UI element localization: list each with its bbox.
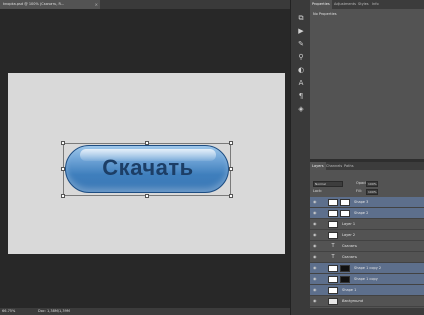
transform-handle[interactable]: [61, 194, 65, 198]
layer-thumbnail: [328, 221, 338, 228]
properties-title: No Properties: [313, 12, 337, 16]
layer-row[interactable]: ◉ T Скачать: [310, 241, 424, 252]
transform-handle[interactable]: [229, 167, 233, 171]
canvas-area[interactable]: Скачать: [0, 9, 290, 308]
eye-icon[interactable]: ◉: [313, 200, 317, 204]
layer-name: Shape 1: [342, 288, 357, 292]
tab-styles[interactable]: Styles: [356, 0, 371, 9]
panel-icon-strip: ⧉ ▶ ✎ ⚲ ◐ A ¶ ◈: [290, 0, 310, 315]
layer-mask-thumbnail: [340, 265, 350, 272]
document-canvas[interactable]: Скачать: [8, 73, 285, 254]
transform-handle[interactable]: [229, 194, 233, 198]
layer-name: Layer 1: [342, 222, 356, 226]
fill-label: Fill:: [356, 189, 362, 193]
actions-icon[interactable]: ▶: [296, 27, 306, 36]
fill-input[interactable]: 100%: [366, 189, 378, 195]
layer-row[interactable]: ◉ Shape 2: [310, 208, 424, 219]
history-icon[interactable]: ⧉: [296, 14, 306, 23]
eye-icon[interactable]: ◉: [313, 255, 317, 259]
button-shape-group[interactable]: Скачать: [61, 141, 233, 198]
transform-handle[interactable]: [61, 167, 65, 171]
document-info[interactable]: Doc: 1,38M/1,39M: [38, 308, 70, 315]
transform-handle[interactable]: [229, 141, 233, 145]
layer-row[interactable]: ◉ Shape 1 copy: [310, 274, 424, 285]
layer-thumbnail: [328, 265, 338, 272]
transform-handle[interactable]: [61, 141, 65, 145]
layer-mask-thumbnail: [340, 199, 350, 206]
layer-thumbnail: [328, 199, 338, 206]
document-tab-bar: knopka.psd @ 100% (Скачать, R... ×: [0, 0, 290, 9]
tab-info[interactable]: Info: [370, 0, 381, 9]
layers-tabs: Layers Channels Paths: [310, 162, 424, 170]
clone-icon[interactable]: ⚲: [296, 53, 306, 62]
layer-row[interactable]: ◉ Layer 2: [310, 230, 424, 241]
layer-name: Background: [342, 299, 363, 303]
layer-name: Layer 2: [342, 233, 356, 237]
layer-thumbnail: [328, 210, 338, 217]
properties-panel: No Properties: [310, 9, 424, 159]
layer-thumbnail: [328, 287, 338, 294]
layer-thumbnail: [328, 298, 338, 305]
transform-handle[interactable]: [145, 141, 149, 145]
text-layer-icon: T: [331, 254, 335, 260]
layer-thumbnail: [328, 232, 338, 239]
eye-icon[interactable]: ◉: [313, 222, 317, 226]
layer-row[interactable]: ◉ Layer 1: [310, 219, 424, 230]
opacity-input[interactable]: 100%: [366, 181, 378, 187]
tab-paths[interactable]: Paths: [342, 162, 356, 170]
photoshop-window: knopka.psd @ 100% (Скачать, R... × Скача…: [0, 0, 424, 315]
properties-tabs: Properties Adjustments Styles Info: [310, 0, 424, 9]
eye-icon[interactable]: ◉: [313, 244, 317, 248]
layer-name: Shape 1 copy: [354, 277, 378, 281]
close-icon[interactable]: ×: [95, 0, 98, 9]
layer-row[interactable]: ◉ Shape 1: [310, 285, 424, 296]
layer-name: Скачать: [342, 244, 358, 248]
right-panels: Properties Adjustments Styles Info No Pr…: [310, 0, 424, 315]
zoom-level[interactable]: 66.75%: [2, 308, 15, 315]
transform-bounding-box[interactable]: [63, 143, 231, 196]
3d-icon[interactable]: ◈: [296, 105, 306, 114]
eye-icon[interactable]: ◉: [313, 266, 317, 270]
layer-row[interactable]: ◉ Shape 3: [310, 197, 424, 208]
layer-name: Shape 1 copy 2: [354, 266, 382, 270]
eye-icon[interactable]: ◉: [313, 211, 317, 215]
layer-mask-thumbnail: [340, 276, 350, 283]
layer-name: Shape 2: [354, 211, 369, 215]
layer-name: Скачать: [342, 255, 358, 259]
layer-row[interactable]: ◉ T Скачать: [310, 252, 424, 263]
text-layer-icon: T: [331, 243, 335, 249]
status-bar: 66.75% Doc: 1,38M/1,39M: [0, 308, 290, 315]
transform-handle[interactable]: [145, 194, 149, 198]
layer-name: Shape 3: [354, 200, 369, 204]
layers-list: ◉ Shape 3 ◉ Shape 2 ◉ Layer 1 ◉ Layer 2: [310, 197, 424, 315]
layer-thumbnail: [328, 276, 338, 283]
brush-icon[interactable]: ✎: [296, 40, 306, 49]
eye-icon[interactable]: ◉: [313, 233, 317, 237]
layers-footer: [310, 308, 424, 315]
paragraph-icon[interactable]: ¶: [296, 92, 306, 101]
tab-adjustments[interactable]: Adjustments: [332, 0, 358, 9]
eye-icon[interactable]: ◉: [313, 288, 317, 292]
eye-icon[interactable]: ◉: [313, 299, 317, 303]
tab-properties[interactable]: Properties: [310, 0, 332, 9]
adjust-icon[interactable]: ◐: [296, 66, 306, 75]
eye-icon[interactable]: ◉: [313, 277, 317, 281]
layer-mask-thumbnail: [340, 210, 350, 217]
document-tab-title: knopka.psd @ 100% (Скачать, R...: [3, 2, 65, 6]
document-tab[interactable]: knopka.psd @ 100% (Скачать, R... ×: [0, 0, 100, 9]
lock-label: Lock:: [313, 189, 323, 193]
type-icon[interactable]: A: [296, 79, 306, 88]
layer-row[interactable]: ◉ Shape 1 copy 2: [310, 263, 424, 274]
layer-row[interactable]: ◉ Background: [310, 296, 424, 307]
